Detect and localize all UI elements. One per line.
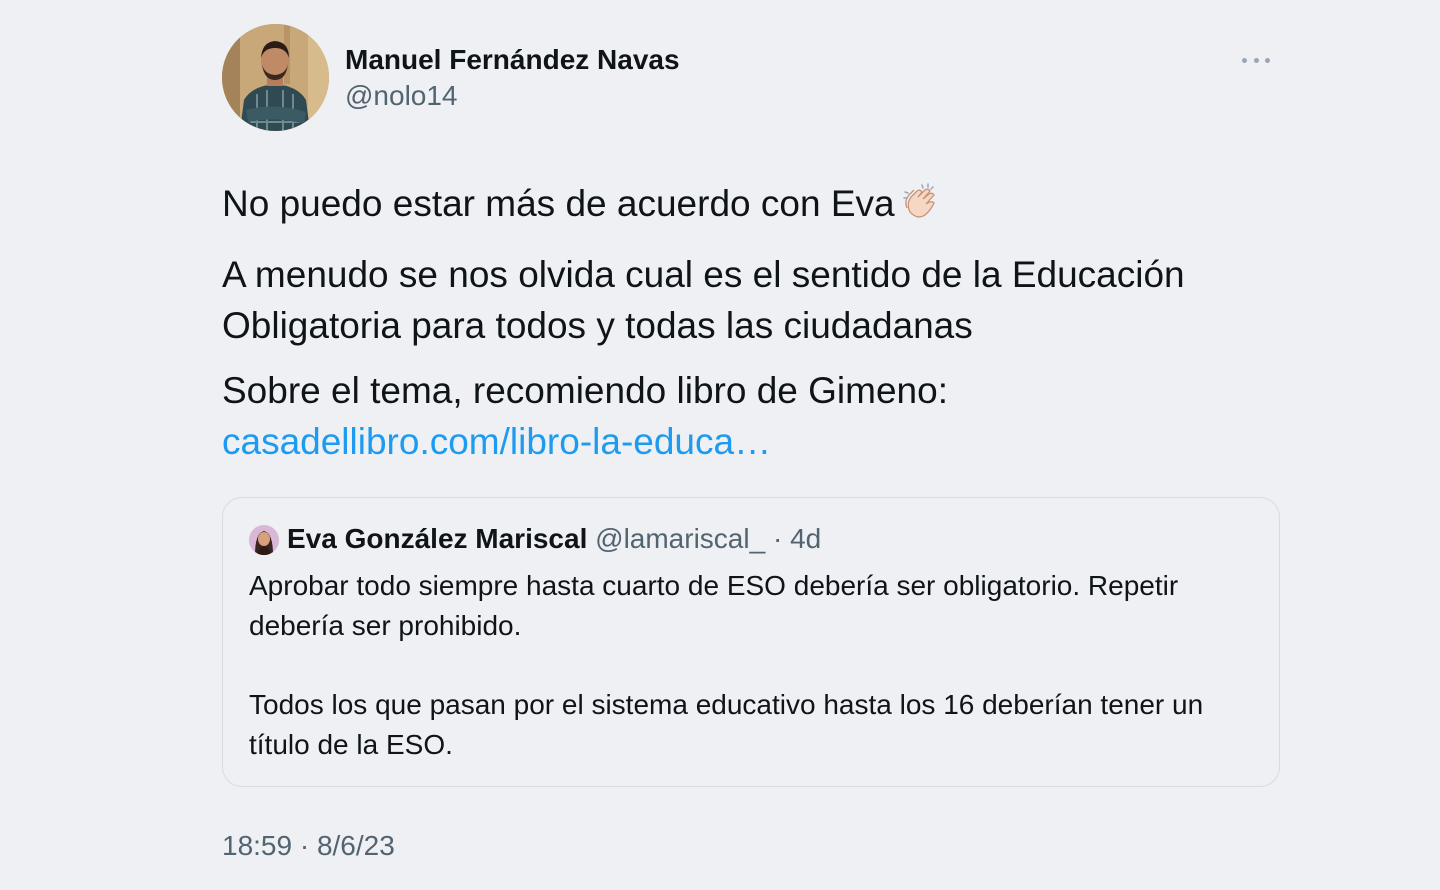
- more-options-icon[interactable]: [1242, 52, 1270, 68]
- quoted-avatar-photo: [249, 525, 279, 555]
- quoted-time[interactable]: 4d: [790, 523, 821, 554]
- more-dot: [1253, 57, 1259, 63]
- tweet-line: No puedo estar más de acuerdo con Eva: [222, 183, 895, 224]
- author-avatar[interactable]: [222, 24, 329, 131]
- tweet-timestamp[interactable]: 18:59 · 8/6/23: [222, 830, 395, 862]
- tweet-header: Manuel Fernández Navas @nolo14: [222, 24, 1282, 132]
- quoted-author-handle[interactable]: @lamariscal_: [595, 523, 765, 554]
- quoted-separator: ·: [772, 523, 783, 554]
- tweet-line: Sobre el tema, recomiendo libro de Gimen…: [222, 370, 948, 411]
- author-name[interactable]: Manuel Fernández Navas: [345, 44, 680, 76]
- more-dot: [1242, 57, 1247, 63]
- tweet: Manuel Fernández Navas @nolo14 No puedo …: [222, 24, 1282, 861]
- quoted-paragraph: Todos los que pasan por el sistema educa…: [249, 689, 1204, 760]
- book-link[interactable]: casadellibro.com/libro-la-educa…: [222, 421, 771, 462]
- quoted-author-avatar[interactable]: [249, 525, 279, 555]
- quoted-tweet[interactable]: Eva González Mariscal @lamariscal_ · 4d …: [222, 497, 1280, 787]
- more-dot: [1265, 57, 1270, 63]
- quoted-author-name[interactable]: Eva González Mariscal: [287, 523, 587, 554]
- tweet-paragraph: No puedo estar más de acuerdo con Eva: [222, 178, 1282, 235]
- quoted-text: Aprobar todo siempre hasta cuarto de ESO…: [249, 566, 1259, 765]
- tweet-text: No puedo estar más de acuerdo con Eva A …: [222, 178, 1282, 467]
- tweet-paragraph: A menudo se nos olvida cual es el sentid…: [222, 254, 1185, 346]
- quoted-header: Eva González Mariscal @lamariscal_ · 4d: [287, 523, 821, 555]
- clapping-hands-icon: [901, 182, 941, 235]
- avatar-photo: [222, 24, 329, 131]
- quoted-paragraph: Aprobar todo siempre hasta cuarto de ESO…: [249, 570, 1179, 641]
- tweet-paragraph: Sobre el tema, recomiendo libro de Gimen…: [222, 365, 1282, 467]
- author-handle[interactable]: @nolo14: [345, 80, 458, 112]
